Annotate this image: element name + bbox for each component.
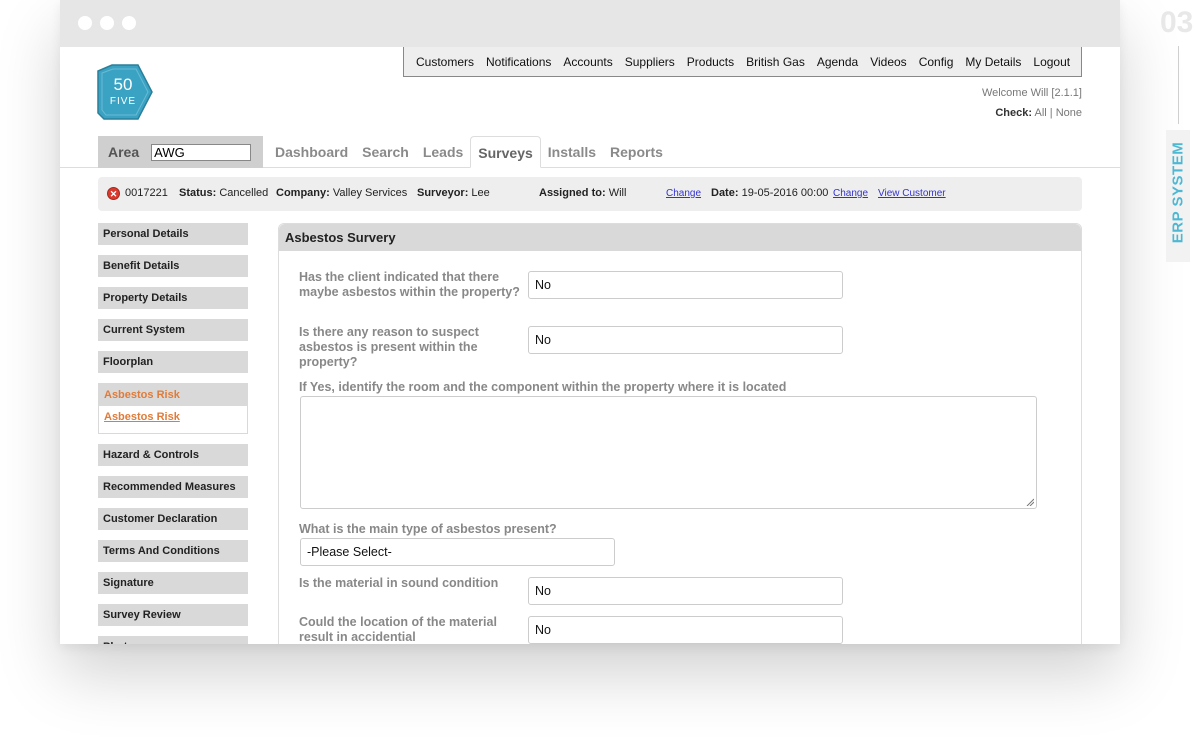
answer-asbestos-indicated[interactable]: No (528, 271, 843, 299)
window-minimize-button[interactable] (100, 16, 114, 30)
page-content: 50 FIVE Customers Notifications Accounts Su… (60, 47, 1120, 644)
window-maximize-button[interactable] (122, 16, 136, 30)
sidebar-subitem-asbestos-risk[interactable]: Asbestos Risk (99, 406, 247, 433)
check-all-link[interactable]: All (1034, 107, 1046, 119)
topmenu-item-logout[interactable]: Logout (1033, 55, 1070, 69)
surveyor-label: Surveyor: (417, 187, 469, 199)
change-assigned-link[interactable]: Change (666, 188, 701, 199)
survey-status-bar: ✕ 0017221 Status: Cancelled Company: Val… (98, 177, 1082, 211)
survey-section-sidebar: Personal Details Benefit Details Property … (98, 223, 248, 644)
sidebar-item-current-system[interactable]: Current System (98, 319, 248, 341)
welcome-text: Welcome Will [2.1.1] (981, 87, 1082, 99)
status-field: Status: Cancelled (179, 187, 268, 199)
survey-id: 0017221 (125, 187, 168, 199)
topmenu-item-my-details[interactable]: My Details (965, 55, 1021, 69)
sidebar-item-asbestos-risk[interactable]: Asbestos Risk (99, 384, 247, 406)
topmenu-item-suppliers[interactable]: Suppliers (625, 55, 675, 69)
area-label: Area (108, 144, 140, 160)
assigned-label: Assigned to: (539, 187, 606, 199)
sidebar-item-photos[interactable]: Photos (98, 636, 248, 644)
sidebar-item-survey-review[interactable]: Survey Review (98, 604, 248, 626)
topmenu-item-config[interactable]: Config (919, 55, 954, 69)
window-titlebar (60, 0, 1120, 47)
change-date-link[interactable]: Change (833, 188, 868, 199)
check-label: Check: (995, 107, 1033, 119)
date-label: Date: (711, 187, 739, 199)
company-field: Company: Valley Services (276, 187, 407, 199)
sidebar-item-personal-details[interactable]: Personal Details (98, 223, 248, 245)
question-location: If Yes, identify the room and the compon… (299, 380, 787, 394)
answer-suspect-asbestos[interactable]: No (528, 326, 843, 354)
topmenu-item-videos[interactable]: Videos (870, 55, 906, 69)
tab-search[interactable]: Search (355, 136, 416, 168)
sidebar-item-floorplan[interactable]: Floorplan (98, 351, 248, 373)
sidebar-item-customer-declaration[interactable]: Customer Declaration (98, 508, 248, 530)
answer-sound-condition[interactable]: No (528, 577, 843, 605)
date-field: Date: 19-05-2016 00:00 (711, 187, 828, 199)
view-customer-link[interactable]: View Customer (878, 188, 946, 199)
sidebar-active-group: Asbestos Risk Asbestos Risk (98, 383, 248, 434)
location-textarea[interactable] (300, 396, 1037, 509)
sidebar-item-benefit-details[interactable]: Benefit Details (98, 255, 248, 277)
status-label: Status: (179, 187, 217, 199)
question-accidental-damage: Could the location of the material resul… (299, 615, 497, 644)
welcome-area: Welcome Will [2.1.1] Check: All | None (982, 83, 1082, 123)
tab-leads[interactable]: Leads (416, 136, 470, 168)
logo-text-bottom: FIVE (110, 96, 136, 107)
surveyor-value: Lee (471, 187, 490, 199)
question-suspect-asbestos: Is there any reason to suspect asbestos … (299, 325, 479, 369)
area-selector: Area AWG (98, 136, 263, 168)
browser-window: 50 FIVE Customers Notifications Accounts Su… (60, 0, 1120, 644)
sidebar-item-terms-and-conditions[interactable]: Terms And Conditions (98, 540, 248, 562)
sidebar-item-recommended-measures[interactable]: Recommended Measures (98, 476, 248, 498)
tab-dashboard[interactable]: Dashboard (268, 136, 355, 168)
assigned-value: Will (608, 187, 627, 199)
section-divider-line (1178, 46, 1179, 124)
company-label: Company: (276, 187, 330, 199)
panel-title: Asbestos Survery (279, 224, 1081, 251)
surveyor-field: Surveyor: Lee (417, 187, 490, 199)
question-sound-condition: Is the material in sound condition (299, 576, 499, 590)
asbestos-type-select[interactable]: -Please Select- (300, 538, 615, 566)
sidebar-item-signature[interactable]: Signature (98, 572, 248, 594)
company-value: Valley Services (332, 187, 408, 199)
main-tabs: Dashboard Search Leads Surveys Installs Repor… (268, 136, 670, 168)
sidebar-item-property-details[interactable]: Property Details (98, 287, 248, 309)
tab-installs[interactable]: Installs (541, 136, 603, 168)
top-navigation-menu: Customers Notifications Accounts Suppliers P… (403, 47, 1082, 77)
cancelled-status-icon: ✕ (107, 187, 120, 200)
asbestos-survey-panel: Asbestos Survery Has the client indicate… (278, 223, 1082, 644)
topmenu-item-accounts[interactable]: Accounts (563, 55, 612, 69)
topmenu-item-british-gas[interactable]: British Gas (746, 55, 805, 69)
company-logo[interactable]: 50 FIVE (96, 63, 154, 121)
check-separator: | (1049, 107, 1053, 119)
answer-accidental-damage[interactable]: No (528, 616, 843, 644)
sidebar-item-hazard-controls[interactable]: Hazard & Controls (98, 444, 248, 466)
question-asbestos-indicated: Has the client indicated that there mayb… (299, 270, 520, 299)
topmenu-item-notifications[interactable]: Notifications (486, 55, 551, 69)
assigned-field: Assigned to: Will (539, 187, 626, 199)
topmenu-item-agenda[interactable]: Agenda (817, 55, 858, 69)
area-input[interactable]: AWG (151, 143, 252, 161)
logo-text-top: 50 (114, 75, 133, 94)
section-tag-label: ERP SYSTEM (1169, 141, 1187, 244)
section-number: 03 (1160, 6, 1194, 39)
status-value: Cancelled (219, 187, 269, 199)
check-controls: Check: All | None (982, 103, 1082, 123)
topmenu-item-products[interactable]: Products (687, 55, 734, 69)
tab-surveys[interactable]: Surveys (470, 136, 541, 168)
resize-grip-icon[interactable] (1026, 498, 1034, 506)
check-none-link[interactable]: None (1056, 107, 1082, 119)
date-value: 19-05-2016 00:00 (741, 187, 829, 199)
tab-reports[interactable]: Reports (603, 136, 670, 168)
question-asbestos-type: What is the main type of asbestos presen… (299, 522, 557, 536)
section-tag: ERP SYSTEM (1166, 130, 1190, 262)
window-close-button[interactable] (78, 16, 92, 30)
topmenu-item-customers[interactable]: Customers (416, 55, 474, 69)
